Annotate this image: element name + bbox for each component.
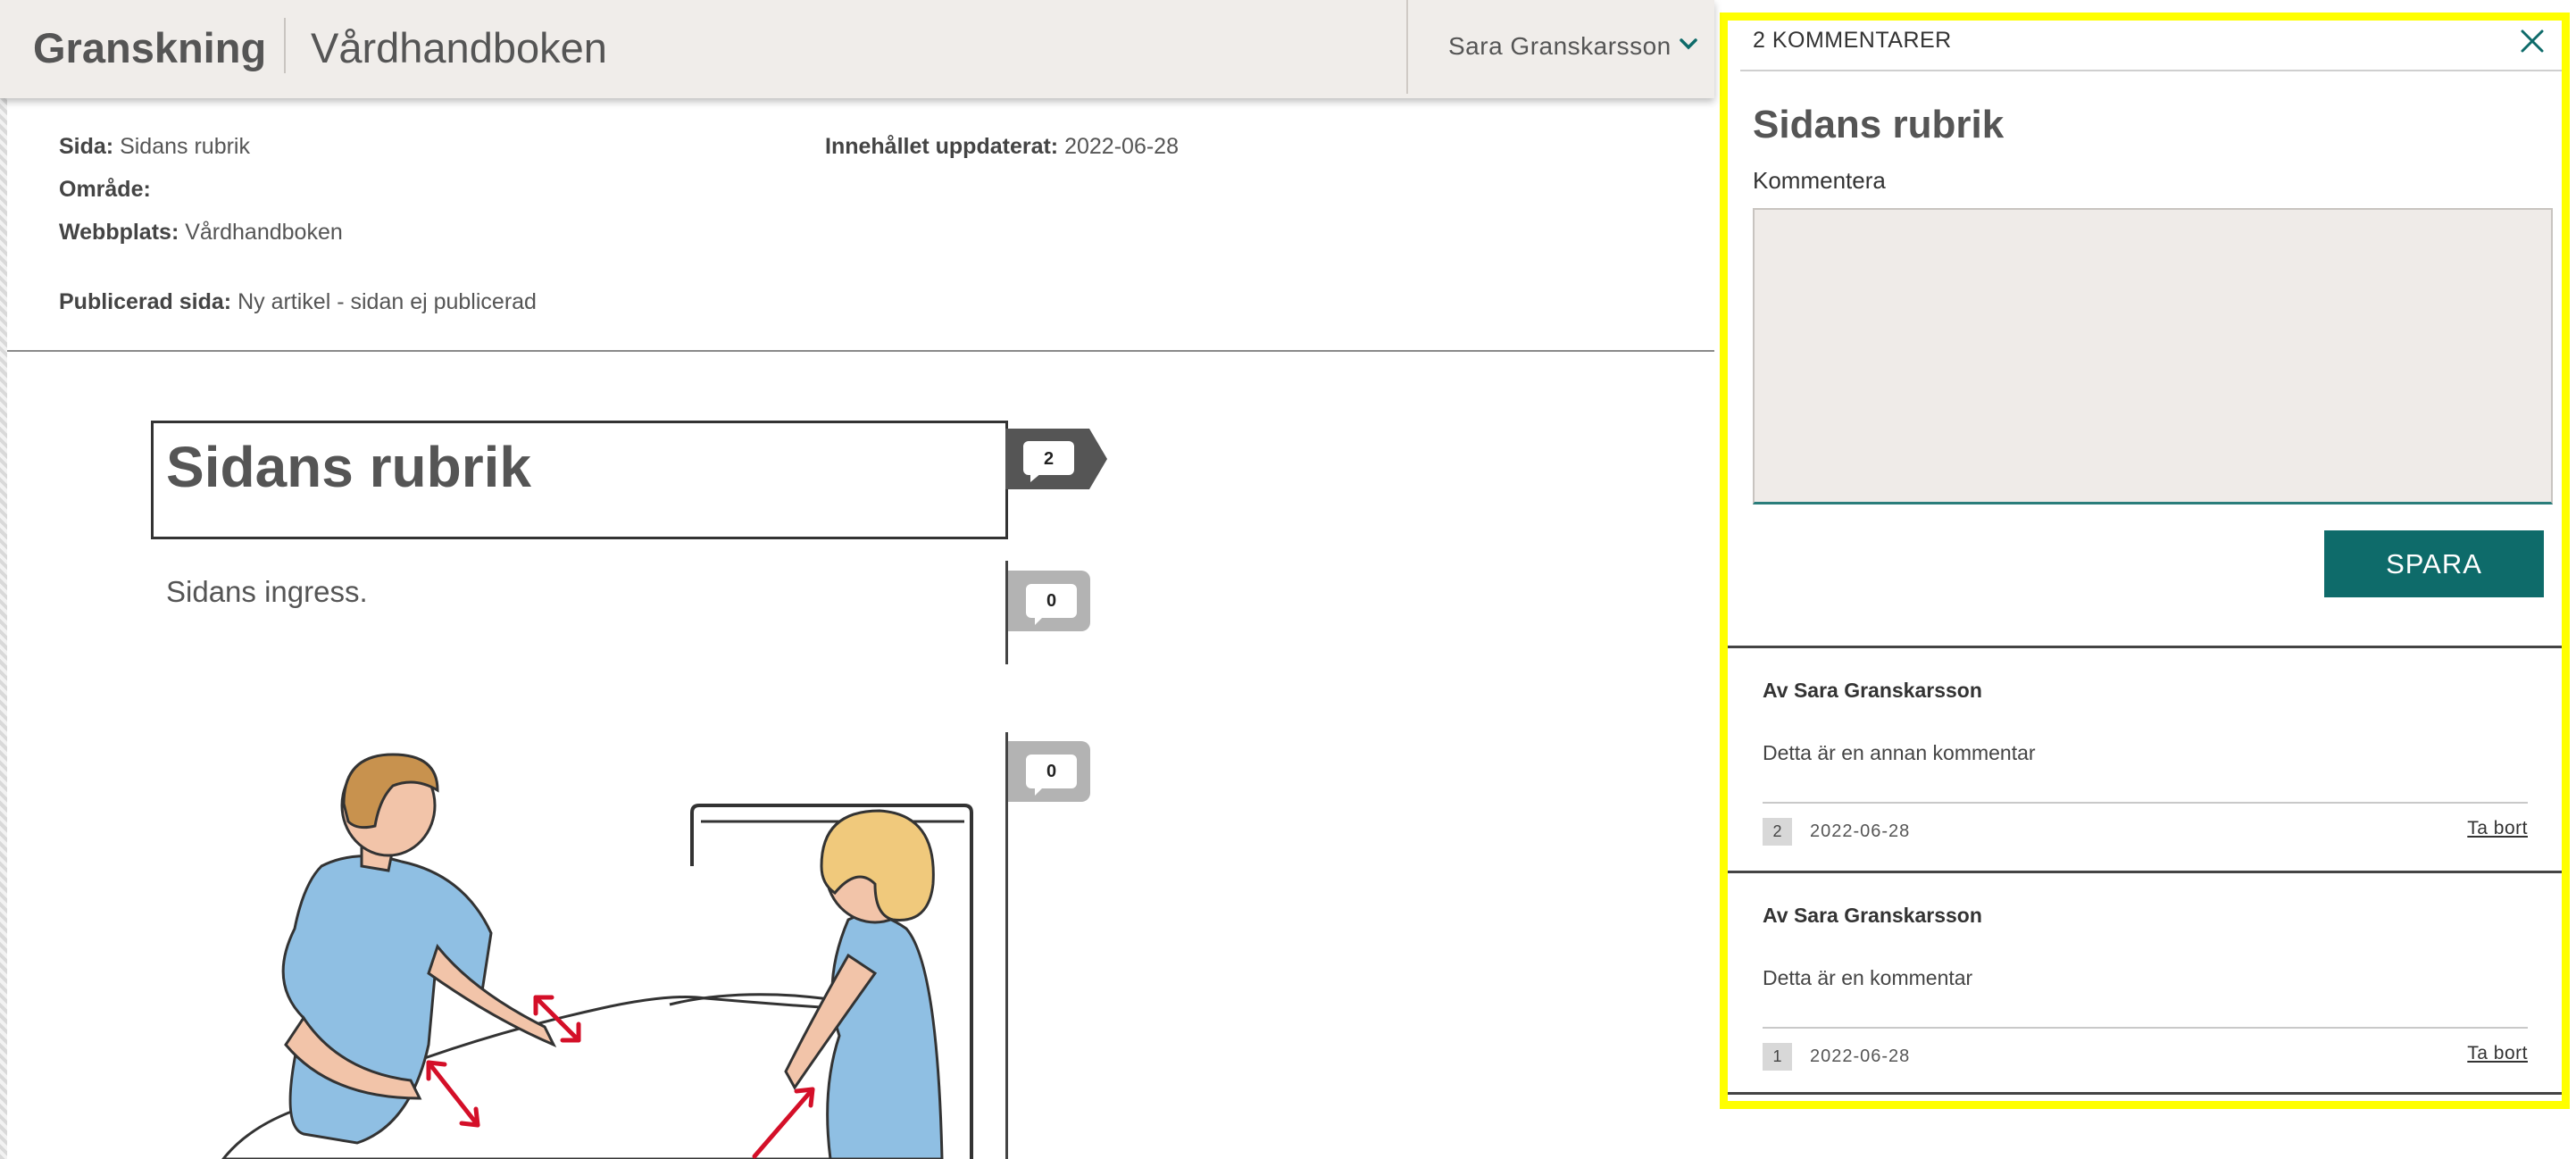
panel-bottom-divider — [1728, 1092, 2562, 1095]
comment-count-image: 0 — [1026, 755, 1077, 796]
app-title: Granskning — [33, 24, 267, 71]
comment-badge-ingress[interactable]: 0 — [1008, 571, 1090, 631]
comment-number: 2 — [1763, 818, 1792, 846]
meta-page-value: Sidans rubrik — [120, 134, 250, 159]
title-divider — [284, 18, 286, 73]
meta-page-label: Sida: — [59, 134, 114, 159]
panel-header-divider — [1740, 70, 2562, 71]
meta-published: Publicerad sida: Ny artikel - sidan ej p… — [59, 289, 537, 315]
meta-published-label: Publicerad sida: — [59, 289, 232, 314]
comment-textarea[interactable] — [1753, 208, 2553, 504]
comment-item: Av Sara Granskarsson Detta är en annan k… — [1728, 646, 2562, 871]
comment-badge-heading[interactable]: 2 — [1005, 429, 1107, 489]
page-heading: Sidans rubrik — [166, 435, 531, 499]
chevron-down-icon[interactable] — [1677, 32, 1700, 55]
top-bar: Granskning Vårdhandboken Sara Granskarss… — [0, 0, 1714, 98]
comment-author: Av Sara Granskarsson — [1763, 904, 1982, 927]
meta-published-value: Ny artikel - sidan ej publicerad — [238, 289, 537, 314]
user-menu[interactable]: Sara Granskarsson — [1448, 32, 1671, 61]
comment-count-ingress: 0 — [1026, 584, 1077, 625]
meta-area: Område: — [59, 177, 151, 203]
heading-block[interactable]: Sidans rubrik — [151, 421, 1008, 539]
comment-item: Av Sara Granskarsson Detta är en komment… — [1728, 871, 2562, 1096]
meta-updated-value: 2022-06-28 — [1064, 134, 1179, 159]
comment-count-label: 2 KOMMENTARER — [1753, 28, 1952, 53]
save-button[interactable]: SPARA — [2324, 530, 2544, 597]
two-nurses-making-bed-illustration — [221, 753, 973, 1159]
comment-divider — [1763, 802, 2528, 804]
page-ingress: Sidans ingress. — [166, 575, 368, 608]
remove-comment-link[interactable]: Ta bort — [2467, 818, 2528, 839]
comment-badge-image[interactable]: 0 — [1008, 741, 1090, 802]
meta-updated-label: Innehållet uppdaterat: — [825, 134, 1059, 159]
panel-title: Sidans rubrik — [1753, 103, 2005, 146]
remove-comment-link[interactable]: Ta bort — [2467, 1043, 2528, 1064]
site-name: Vårdhandboken — [311, 24, 607, 71]
left-edge-stripe — [0, 0, 7, 1159]
comment-field-label: Kommentera — [1753, 167, 1886, 194]
comment-divider — [1763, 1027, 2528, 1029]
comment-date: 2022-06-28 — [1810, 1046, 1911, 1066]
meta-divider — [7, 350, 1714, 352]
comment-author: Av Sara Granskarsson — [1763, 679, 1982, 702]
meta-area-label: Område: — [59, 177, 151, 202]
comment-date: 2022-06-28 — [1810, 821, 1911, 841]
meta-website-label: Webbplats: — [59, 220, 179, 245]
comment-count-heading: 2 — [1044, 449, 1054, 469]
meta-updated: Innehållet uppdaterat: 2022-06-28 — [825, 134, 1179, 160]
comment-text: Detta är en annan kommentar — [1763, 741, 2036, 764]
topbar-separator — [1406, 0, 1408, 94]
comment-panel: 2 KOMMENTARER Sidans rubrik Kommentera S… — [1720, 13, 2570, 1109]
meta-website-value: Vårdhandboken — [185, 220, 343, 245]
meta-page: Sida: Sidans rubrik — [59, 134, 250, 160]
meta-website: Webbplats: Vårdhandboken — [59, 220, 343, 246]
comment-text: Detta är en kommentar — [1763, 966, 1973, 989]
close-icon[interactable] — [2517, 26, 2547, 56]
comment-number: 1 — [1763, 1043, 1792, 1071]
